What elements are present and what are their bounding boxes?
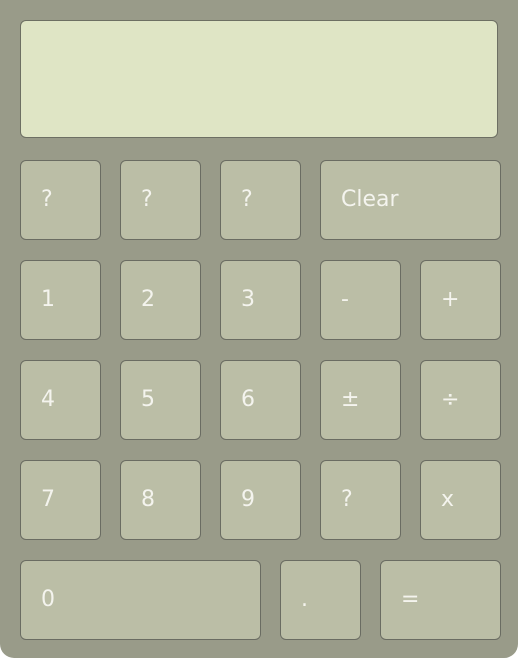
multiply-button[interactable]: x [420, 460, 501, 540]
calculator-display [20, 20, 498, 138]
clear-button[interactable]: Clear [320, 160, 501, 240]
plus-minus-button[interactable]: ± [320, 360, 401, 440]
minus-button[interactable]: - [320, 260, 401, 340]
digit-5-button[interactable]: 5 [120, 360, 201, 440]
unknown-key-1[interactable]: ? [20, 160, 101, 240]
digit-8-button[interactable]: 8 [120, 460, 201, 540]
unknown-key-4[interactable]: ? [320, 460, 401, 540]
plus-button[interactable]: + [420, 260, 501, 340]
equals-button[interactable]: = [380, 560, 501, 640]
unknown-key-2[interactable]: ? [120, 160, 201, 240]
digit-4-button[interactable]: 4 [20, 360, 101, 440]
digit-0-button[interactable]: 0 [20, 560, 261, 640]
unknown-key-3[interactable]: ? [220, 160, 301, 240]
digit-1-button[interactable]: 1 [20, 260, 101, 340]
digit-3-button[interactable]: 3 [220, 260, 301, 340]
digit-2-button[interactable]: 2 [120, 260, 201, 340]
divide-button[interactable]: ÷ [420, 360, 501, 440]
digit-6-button[interactable]: 6 [220, 360, 301, 440]
decimal-button[interactable]: . [280, 560, 361, 640]
calculator-window: ? ? ? Clear 1 2 3 - + 4 5 6 ± ÷ 7 8 9 ? … [0, 0, 518, 658]
digit-9-button[interactable]: 9 [220, 460, 301, 540]
digit-7-button[interactable]: 7 [20, 460, 101, 540]
